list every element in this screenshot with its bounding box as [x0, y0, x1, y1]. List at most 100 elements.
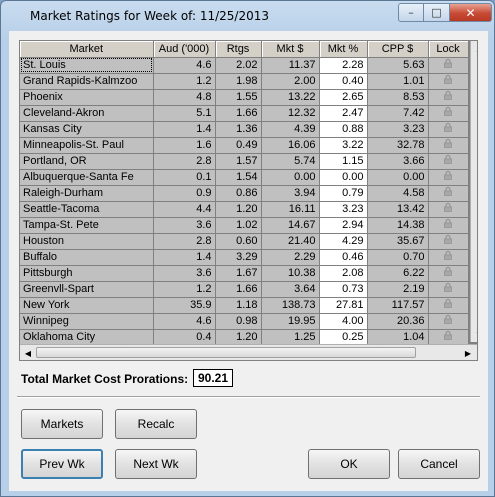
- title-bar[interactable]: Market Ratings for Week of: 11/25/2013 –…: [1, 1, 494, 31]
- cell-cpp-dollars[interactable]: 0.00: [367, 169, 429, 186]
- table-row[interactable]: Minneapolis-St. Paul 1.6 0.49 16.06 3.22 32.7…: [20, 137, 469, 154]
- lock-toggle[interactable]: [428, 281, 469, 298]
- table-row[interactable]: Pittsburgh 3.6 1.67 10.38 2.08 6.22: [20, 265, 469, 282]
- cell-cpp-dollars[interactable]: 32.78: [367, 137, 429, 154]
- lock-toggle[interactable]: [428, 105, 469, 122]
- cell-mkt-dollars[interactable]: 10.38: [261, 265, 320, 282]
- cell-cpp-dollars[interactable]: 1.01: [367, 73, 429, 90]
- cell-mkt-dollars[interactable]: 2.00: [261, 73, 320, 90]
- cell-mkt-percent[interactable]: 2.28: [319, 57, 368, 74]
- cell-rtgs[interactable]: 2.02: [215, 57, 262, 74]
- cell-mkt-percent[interactable]: 0.00: [319, 169, 368, 186]
- cell-rtgs[interactable]: 1.20: [215, 329, 262, 346]
- cell-mkt-dollars[interactable]: 0.00: [261, 169, 320, 186]
- cell-market[interactable]: Portland, OR: [20, 153, 154, 170]
- cell-mkt-dollars[interactable]: 5.74: [261, 153, 320, 170]
- table-row[interactable]: Phoenix 4.8 1.55 13.22 2.65 8.53: [20, 89, 469, 106]
- cell-aud[interactable]: 0.9: [153, 185, 216, 202]
- lock-toggle[interactable]: [428, 249, 469, 266]
- cell-mkt-dollars[interactable]: 14.67: [261, 217, 320, 234]
- cell-mkt-percent[interactable]: 0.79: [319, 185, 368, 202]
- cell-aud[interactable]: 4.4: [153, 201, 216, 218]
- table-row[interactable]: Cleveland-Akron 5.1 1.66 12.32 2.47 7.42: [20, 105, 469, 122]
- cell-market[interactable]: Minneapolis-St. Paul: [20, 137, 154, 154]
- cell-aud[interactable]: 1.6: [153, 137, 216, 154]
- column-header-rtgs[interactable]: Rtgs: [215, 41, 262, 58]
- cell-aud[interactable]: 5.1: [153, 105, 216, 122]
- cell-rtgs[interactable]: 1.98: [215, 73, 262, 90]
- cell-mkt-percent[interactable]: 4.29: [319, 233, 368, 250]
- cell-market[interactable]: Houston: [20, 233, 154, 250]
- table-row[interactable]: Oklahoma City 0.4 1.20 1.25 0.25 1.04: [20, 329, 469, 346]
- cell-rtgs[interactable]: 3.29: [215, 249, 262, 266]
- cell-mkt-dollars[interactable]: 11.37: [261, 57, 320, 74]
- cell-cpp-dollars[interactable]: 7.42: [367, 105, 429, 122]
- cell-mkt-percent[interactable]: 27.81: [319, 297, 368, 314]
- cell-mkt-dollars[interactable]: 16.06: [261, 137, 320, 154]
- cell-aud[interactable]: 1.4: [153, 249, 216, 266]
- cell-aud[interactable]: 4.8: [153, 89, 216, 106]
- minimize-button[interactable]: –: [398, 3, 424, 22]
- cell-cpp-dollars[interactable]: 35.67: [367, 233, 429, 250]
- next-week-button[interactable]: Next Wk: [115, 449, 197, 479]
- cell-mkt-dollars[interactable]: 21.40: [261, 233, 320, 250]
- cell-mkt-dollars[interactable]: 1.25: [261, 329, 320, 346]
- cell-mkt-percent[interactable]: 1.15: [319, 153, 368, 170]
- recalc-button[interactable]: Recalc: [115, 409, 197, 439]
- lock-toggle[interactable]: [428, 89, 469, 106]
- column-header-mkt-percent[interactable]: Mkt %: [319, 41, 368, 58]
- cell-mkt-dollars[interactable]: 16.11: [261, 201, 320, 218]
- table-row[interactable]: Buffalo 1.4 3.29 2.29 0.46 0.70: [20, 249, 469, 266]
- table-row[interactable]: St. Louis 4.6 2.02 11.37 2.28 5.63: [20, 57, 469, 74]
- cell-mkt-dollars[interactable]: 2.29: [261, 249, 320, 266]
- cell-mkt-percent[interactable]: 2.47: [319, 105, 368, 122]
- cell-cpp-dollars[interactable]: 2.19: [367, 281, 429, 298]
- lock-toggle[interactable]: [428, 313, 469, 330]
- column-header-mkt-dollars[interactable]: Mkt $: [261, 41, 320, 58]
- cell-rtgs[interactable]: 1.20: [215, 201, 262, 218]
- cell-mkt-dollars[interactable]: 3.64: [261, 281, 320, 298]
- lock-toggle[interactable]: [428, 329, 469, 346]
- ratings-grid[interactable]: Market Aud ('000) Rtgs Mkt $ Mkt % CPP $…: [19, 40, 478, 361]
- cell-mkt-dollars[interactable]: 4.39: [261, 121, 320, 138]
- cell-rtgs[interactable]: 1.57: [215, 153, 262, 170]
- cell-aud[interactable]: 35.9: [153, 297, 216, 314]
- cell-cpp-dollars[interactable]: 117.57: [367, 297, 429, 314]
- scroll-up-arrow[interactable]: ▲: [471, 41, 477, 57]
- scroll-right-arrow[interactable]: ▶: [460, 345, 476, 360]
- cell-cpp-dollars[interactable]: 13.42: [367, 201, 429, 218]
- horizontal-scrollbar[interactable]: ◀ ▶: [20, 344, 477, 360]
- cell-mkt-dollars[interactable]: 13.22: [261, 89, 320, 106]
- cell-rtgs[interactable]: 1.67: [215, 265, 262, 282]
- cell-mkt-percent[interactable]: 0.88: [319, 121, 368, 138]
- cell-rtgs[interactable]: 1.66: [215, 105, 262, 122]
- cell-cpp-dollars[interactable]: 1.04: [367, 329, 429, 346]
- cell-cpp-dollars[interactable]: 0.70: [367, 249, 429, 266]
- cell-rtgs[interactable]: 1.18: [215, 297, 262, 314]
- cell-market[interactable]: Kansas City: [20, 121, 154, 138]
- table-row[interactable]: Greenvll-Spart 1.2 1.66 3.64 0.73 2.19: [20, 281, 469, 298]
- cancel-button[interactable]: Cancel: [398, 449, 480, 479]
- cell-aud[interactable]: 2.8: [153, 233, 216, 250]
- lock-toggle[interactable]: [428, 297, 469, 314]
- cell-aud[interactable]: 0.4: [153, 329, 216, 346]
- cell-mkt-dollars[interactable]: 19.95: [261, 313, 320, 330]
- cell-market[interactable]: Greenvll-Spart: [20, 281, 154, 298]
- cell-mkt-percent[interactable]: 0.25: [319, 329, 368, 346]
- column-header-market[interactable]: Market: [20, 41, 154, 58]
- maximize-button[interactable]: □: [424, 3, 450, 22]
- cell-market[interactable]: Grand Rapids-Kalmzoo: [20, 73, 154, 90]
- cell-mkt-percent[interactable]: 2.65: [319, 89, 368, 106]
- cell-cpp-dollars[interactable]: 20.36: [367, 313, 429, 330]
- cell-rtgs[interactable]: 0.98: [215, 313, 262, 330]
- cell-cpp-dollars[interactable]: 14.38: [367, 217, 429, 234]
- cell-mkt-percent[interactable]: 2.08: [319, 265, 368, 282]
- markets-button[interactable]: Markets: [21, 409, 103, 439]
- cell-cpp-dollars[interactable]: 4.58: [367, 185, 429, 202]
- table-row[interactable]: Seattle-Tacoma 4.4 1.20 16.11 3.23 13.42: [20, 201, 469, 218]
- table-row[interactable]: New York 35.9 1.18 138.73 27.81 117.57: [20, 297, 469, 314]
- cell-aud[interactable]: 1.2: [153, 73, 216, 90]
- cell-cpp-dollars[interactable]: 6.22: [367, 265, 429, 282]
- lock-toggle[interactable]: [428, 169, 469, 186]
- column-header-lock[interactable]: Lock: [428, 41, 469, 58]
